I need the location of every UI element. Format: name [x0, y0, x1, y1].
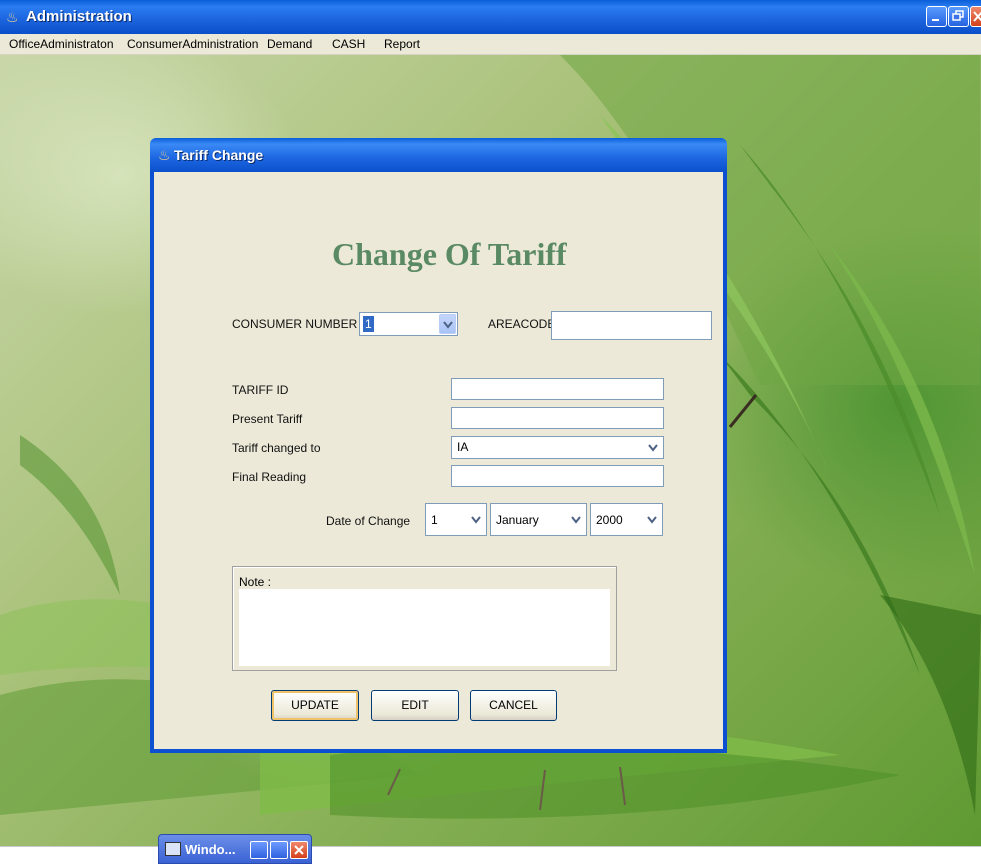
- chevron-down-icon[interactable]: [645, 438, 662, 457]
- note-label: Note :: [239, 575, 272, 589]
- day-select[interactable]: 1: [425, 503, 487, 536]
- app-title: Administration: [26, 8, 132, 25]
- tariff-id-label: TARIFF ID: [232, 383, 289, 397]
- final-reading-input[interactable]: [451, 465, 664, 487]
- tariff-changed-to-label: Tariff changed to: [232, 441, 321, 455]
- note-textarea[interactable]: [239, 589, 610, 666]
- minimize-button[interactable]: [926, 6, 947, 27]
- menu-consumer-administration[interactable]: ConsumerAdministration: [127, 37, 258, 51]
- restore-icon: [952, 10, 964, 21]
- chevron-down-icon[interactable]: [468, 505, 485, 534]
- menu-office-administration[interactable]: OfficeAdministraton: [9, 37, 114, 51]
- edit-button[interactable]: EDIT: [371, 690, 459, 721]
- cancel-button[interactable]: CANCEL: [470, 690, 557, 721]
- window-icon: [165, 842, 181, 856]
- menu-report[interactable]: Report: [384, 37, 420, 51]
- chevron-down-icon[interactable]: [568, 505, 585, 534]
- close-button[interactable]: [970, 6, 981, 27]
- minimize-icon: [932, 19, 939, 21]
- consumer-number-label: CONSUMER NUMBER: [232, 317, 358, 331]
- close-icon[interactable]: [290, 841, 308, 859]
- tariff-changed-to-value: IA: [457, 440, 469, 454]
- consumer-number-select[interactable]: 1: [359, 312, 458, 336]
- consumer-number-value: 1: [363, 316, 374, 332]
- chevron-down-icon[interactable]: [439, 314, 456, 334]
- menu-bar: OfficeAdministraton ConsumerAdministrati…: [0, 34, 981, 55]
- day-value: 1: [431, 513, 438, 527]
- year-select[interactable]: 2000: [590, 503, 663, 536]
- final-reading-label: Final Reading: [232, 470, 307, 484]
- month-select[interactable]: January: [490, 503, 587, 536]
- note-panel: Note :: [232, 566, 617, 671]
- page-title: Change Of Tariff: [332, 236, 567, 272]
- update-button[interactable]: UPDATE: [271, 690, 359, 721]
- app-title-bar[interactable]: ♨ Administration: [0, 0, 981, 34]
- maximize-icon[interactable]: [270, 841, 288, 859]
- date-of-change-label: Date of Change: [326, 514, 411, 528]
- tariff-changed-to-select[interactable]: IA: [451, 436, 664, 459]
- present-tariff-input[interactable]: [451, 407, 664, 429]
- areacode-label: AREACODE: [488, 317, 556, 331]
- tariff-id-input[interactable]: [451, 378, 664, 400]
- dialog-title: Tariff Change: [174, 147, 264, 163]
- dialog-title-bar[interactable]: ♨ Tariff Change: [150, 138, 727, 172]
- menu-cash[interactable]: CASH: [332, 37, 365, 51]
- present-tariff-label: Present Tariff: [232, 412, 303, 426]
- areacode-input[interactable]: [551, 311, 712, 340]
- close-icon: [973, 11, 981, 22]
- status-bar: [0, 846, 981, 868]
- java-icon: ♨: [158, 147, 171, 163]
- java-icon: ♨: [6, 9, 19, 25]
- month-value: January: [496, 513, 539, 527]
- restore-icon[interactable]: [250, 841, 268, 859]
- restore-button[interactable]: [948, 6, 969, 27]
- chevron-down-icon[interactable]: [644, 505, 661, 534]
- minimized-window-label: Windo...: [185, 842, 236, 857]
- year-value: 2000: [596, 513, 623, 527]
- menu-demand[interactable]: Demand: [267, 37, 312, 51]
- minimized-window-button[interactable]: Windo...: [158, 834, 312, 864]
